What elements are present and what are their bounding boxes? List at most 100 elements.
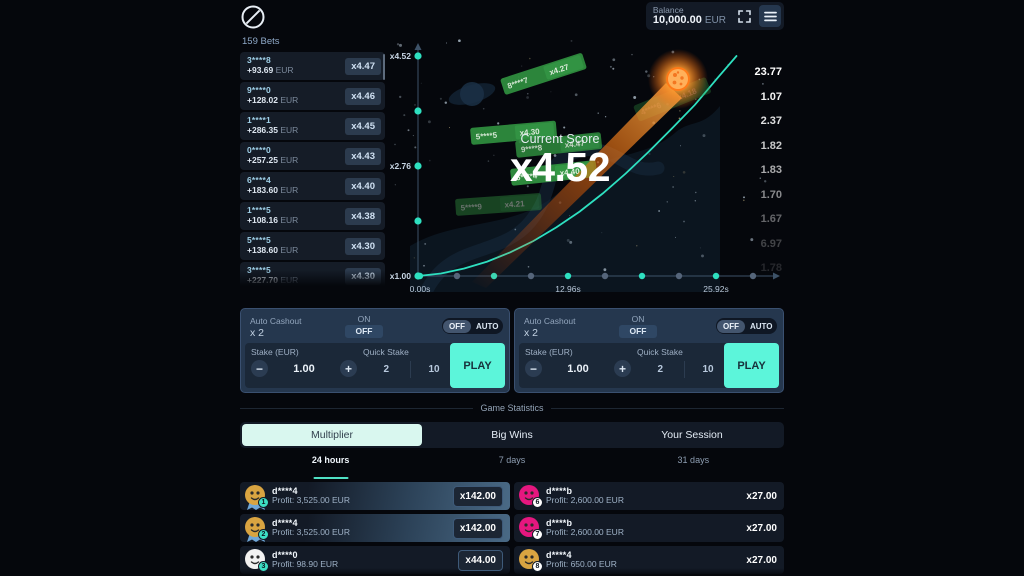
stake-label: Stake (EUR) <box>525 347 573 357</box>
balance-widget[interactable]: Balance 10,000.00 EUR <box>645 2 784 30</box>
player-multiplier: x44.00 <box>458 549 503 571</box>
quick-stake-button[interactable]: 2 <box>363 361 411 378</box>
bet-panel: Auto Cashout x 2 ON OFF OFF AUTO Stake (EUR) −1… <box>514 308 784 393</box>
crash-game-app: Balance 10,000.00 EUR 159 Bets 3****8 +93… <box>0 0 1024 576</box>
bet-row[interactable]: 0****0 +257.25 EUR x4.43 <box>240 142 385 170</box>
statistics-tabs: Multiplier Big Wins Your Session <box>240 422 784 448</box>
app-header: Balance 10,000.00 EUR <box>240 0 784 34</box>
quick-stake-button[interactable]: 2 <box>637 361 685 378</box>
svg-text:12.96s: 12.96s <box>555 284 581 292</box>
statistics-tab[interactable]: Big Wins <box>422 424 602 446</box>
auto-cashout-toggle[interactable]: ON OFF <box>619 314 657 338</box>
toggle-off-label[interactable]: OFF <box>619 325 657 338</box>
leaderboard-column-right: 6 d****b Profit: 2,600.00 EUR x27.00 7 d****b… <box>514 482 784 576</box>
stake-block: Stake (EUR) −1.00 + <box>245 343 357 388</box>
rank-badge: 3 <box>258 561 269 572</box>
switch-off-option[interactable]: OFF <box>443 319 471 333</box>
bet-amount: +183.60 EUR <box>247 185 299 195</box>
history-multiplier: 2.37 <box>760 115 782 127</box>
bet-amount: +108.16 EUR <box>247 215 299 225</box>
stake-value[interactable]: 1.00 <box>268 363 340 375</box>
statistics-tab[interactable]: Your Session <box>602 424 782 446</box>
play-button[interactable]: PLAY <box>450 343 505 388</box>
leaderboard-row[interactable]: 1 d****4 Profit: 3,525.00 EUR x142.00 <box>240 482 510 510</box>
statistics-period-tab[interactable]: 31 days <box>603 455 784 477</box>
auto-mode-switch[interactable]: OFF AUTO <box>716 318 777 334</box>
player-multiplier: x142.00 <box>452 517 503 539</box>
stake-value[interactable]: 1.00 <box>542 363 614 375</box>
leaderboard-row[interactable]: 2 d****4 Profit: 3,525.00 EUR x142.00 <box>240 514 510 542</box>
leaderboard-row[interactable]: 7 d****b Profit: 2,600.00 EUR x27.00 <box>514 514 784 542</box>
stake-decrease-button[interactable]: − <box>525 360 542 377</box>
statistics-tab[interactable]: Multiplier <box>242 424 422 446</box>
bets-panel: 159 Bets 3****8 +93.69 EUR x4.47 9****0 +128… <box>240 36 385 288</box>
stake-increase-button[interactable]: + <box>340 360 357 377</box>
toggle-on-label[interactable]: ON <box>619 314 657 325</box>
player-info: d****4 Profit: 650.00 EUR <box>546 550 746 570</box>
auto-cashout-row: Auto Cashout x 2 ON OFF OFF AUTO <box>519 313 779 343</box>
avatar: 1 <box>245 485 269 510</box>
hamburger-menu-icon[interactable] <box>759 5 781 27</box>
bet-info: 0****0 +257.25 EUR <box>247 146 345 165</box>
bet-row[interactable]: 6****4 +183.60 EUR x4.40 <box>240 172 385 200</box>
rank-badge: 8 <box>532 561 543 572</box>
player-profit: Profit: 2,600.00 EUR <box>546 495 624 506</box>
bets-scrollbar[interactable] <box>383 54 385 80</box>
switch-auto-option[interactable]: AUTO <box>745 320 778 333</box>
play-button[interactable]: PLAY <box>724 343 779 388</box>
stake-decrease-button[interactable]: − <box>251 360 268 377</box>
bet-multiplier: x4.47 <box>345 57 381 75</box>
player-profit: Profit: 3,525.00 EUR <box>272 527 350 538</box>
svg-text:5****9: 5****9 <box>460 202 482 213</box>
game-statistics-header: Game Statistics <box>240 403 784 413</box>
toggle-off-label[interactable]: OFF <box>345 325 383 338</box>
auto-mode-switch[interactable]: OFF AUTO <box>442 318 503 334</box>
balance-amount: 10,000.00 EUR <box>652 13 726 26</box>
circle-slash-logo[interactable] <box>240 4 266 30</box>
bet-info: 6****4 +183.60 EUR <box>247 176 345 195</box>
rank-badge: 7 <box>532 529 543 540</box>
bet-multiplier: x4.46 <box>345 87 381 105</box>
auto-cashout-toggle[interactable]: ON OFF <box>345 314 383 338</box>
player-info: d****b Profit: 2,600.00 EUR <box>546 518 746 538</box>
bet-row[interactable]: 5****5 +138.60 EUR x4.30 <box>240 232 385 260</box>
player-info: d****0 Profit: 98.90 EUR <box>272 550 458 570</box>
stake-increase-button[interactable]: + <box>614 360 631 377</box>
bet-row[interactable]: 1****5 +108.16 EUR x4.38 <box>240 202 385 230</box>
statistics-period-tabs: 24 hours 7 days 31 days <box>240 455 784 477</box>
bet-multiplier: x4.30 <box>345 237 381 255</box>
statistics-period-tab[interactable]: 24 hours <box>240 455 421 477</box>
history-multiplier: 1.70 <box>760 188 782 201</box>
bet-multiplier: x4.43 <box>345 147 381 165</box>
balance-currency: EUR <box>704 14 726 26</box>
bets-scroll-area[interactable]: 3****8 +93.69 EUR x4.47 9****0 +128.02 EUR x4… <box>240 52 385 286</box>
player-info: d****b Profit: 2,600.00 EUR <box>546 486 746 506</box>
svg-text:0.00s: 0.00s <box>410 284 431 292</box>
svg-text:x4.52: x4.52 <box>390 51 411 61</box>
bet-multiplier: x4.45 <box>345 117 381 135</box>
bet-info: 1****5 +108.16 EUR <box>247 206 345 225</box>
stake-row: Stake (EUR)−1.00+Quick Stake21025PLAY <box>519 343 779 388</box>
bet-row[interactable]: 3****8 +93.69 EUR x4.47 <box>240 52 385 80</box>
bet-row[interactable]: 1****1 +286.35 EUR x4.45 <box>240 112 385 140</box>
svg-text:25.92s: 25.92s <box>703 284 729 292</box>
leaderboard-row[interactable]: 6 d****b Profit: 2,600.00 EUR x27.00 <box>514 482 784 510</box>
switch-auto-option[interactable]: AUTO <box>471 320 504 333</box>
leaderboard-row[interactable]: 8 d****4 Profit: 650.00 EUR x27.00 <box>514 546 784 574</box>
divider-right <box>550 407 784 409</box>
player-profit: Profit: 650.00 EUR <box>546 559 617 570</box>
history-multiplier: 1.83 <box>760 164 782 176</box>
bet-row[interactable]: 9****0 +128.02 EUR x4.46 <box>240 82 385 110</box>
avatar: 7 <box>519 517 543 540</box>
bet-info: 5****5 +138.60 EUR <box>247 236 345 255</box>
bet-multiplier: x4.40 <box>345 177 381 195</box>
fullscreen-icon[interactable] <box>733 5 755 27</box>
toggle-on-label[interactable]: ON <box>345 314 383 325</box>
bets-fade <box>240 270 385 286</box>
history-multiplier: 1.07 <box>760 90 782 103</box>
history-multiplier: 6.97 <box>760 237 782 250</box>
switch-off-option[interactable]: OFF <box>717 319 745 333</box>
statistics-period-tab[interactable]: 7 days <box>421 455 602 477</box>
svg-text:5****5: 5****5 <box>475 131 498 142</box>
leaderboard-row[interactable]: 3 d****0 Profit: 98.90 EUR x44.00 <box>240 546 510 574</box>
